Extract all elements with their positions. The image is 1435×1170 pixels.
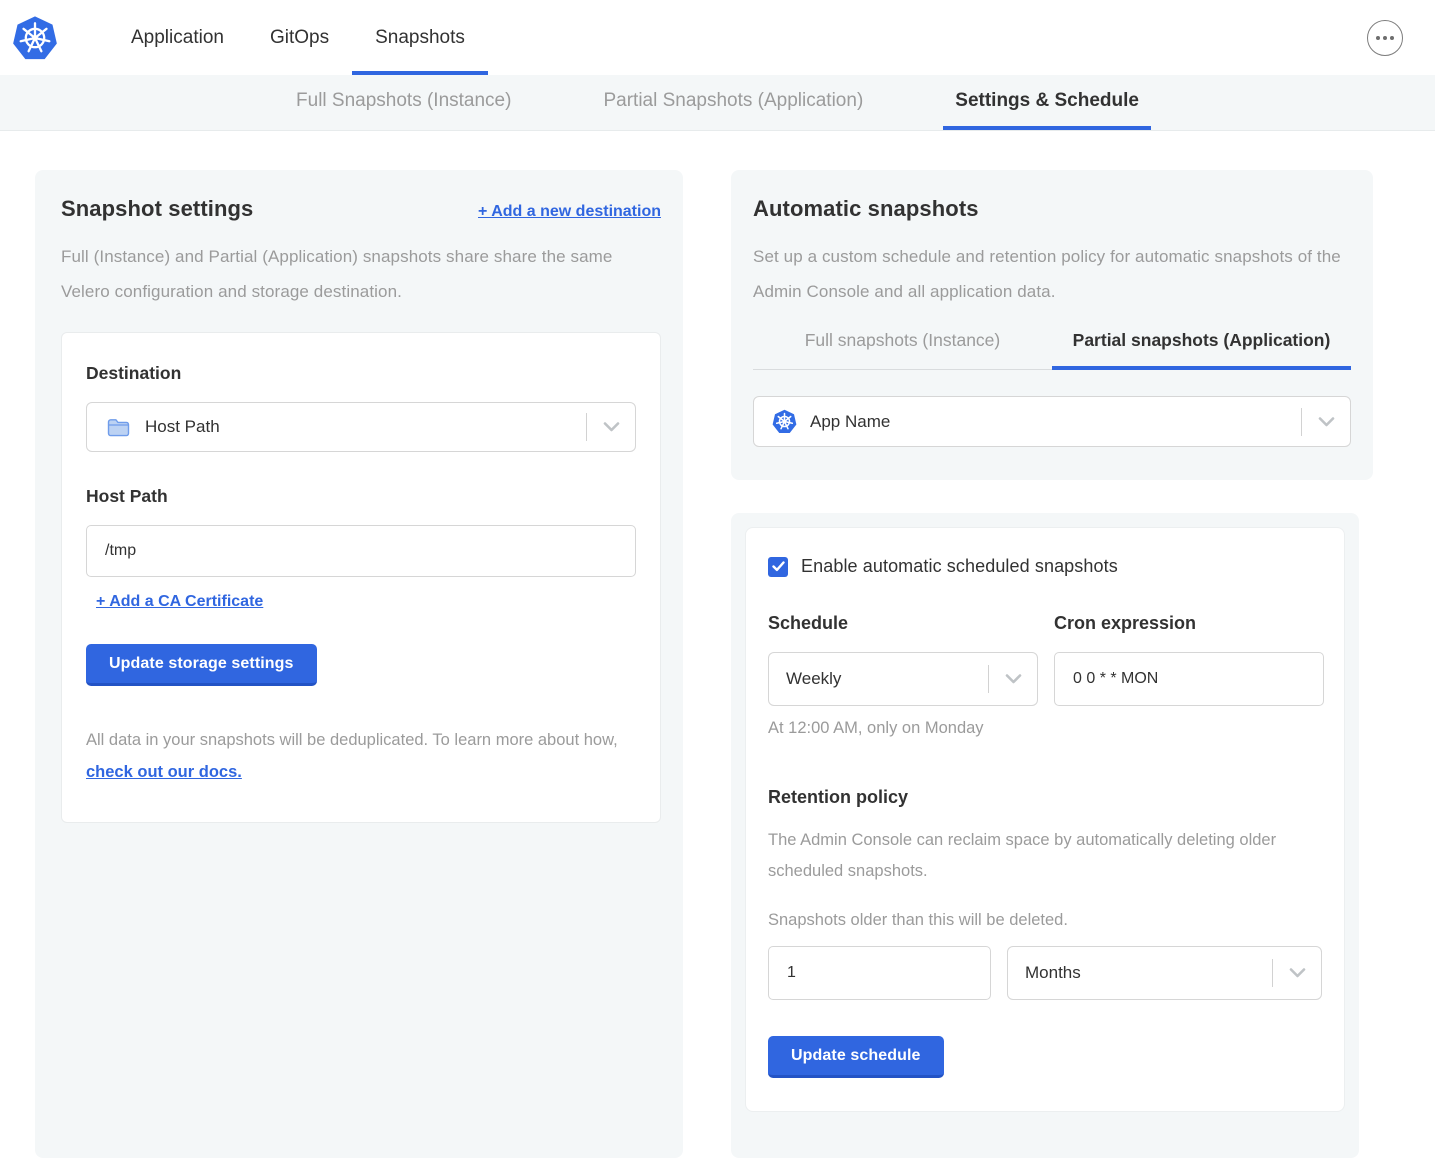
schedule-interval-value: Weekly [786, 669, 841, 689]
snapshot-settings-panel: Snapshot settings + Add a new destinatio… [35, 170, 683, 1158]
enable-snapshots-label: Enable automatic scheduled snapshots [801, 556, 1118, 577]
retention-hint: Snapshots older than this will be delete… [768, 911, 1322, 930]
snapshots-subnav: Full Snapshots (Instance) Partial Snapsh… [0, 75, 1435, 131]
destination-label: Destination [86, 363, 636, 384]
automatic-snapshots-panel: Automatic snapshots Set up a custom sche… [731, 170, 1373, 480]
app-select-value: App Name [810, 412, 890, 432]
retention-count-input[interactable] [768, 946, 991, 1000]
nav-gitops[interactable]: GitOps [247, 0, 352, 75]
update-storage-settings-button[interactable]: Update storage settings [86, 644, 317, 686]
add-ca-certificate-link[interactable]: + Add a CA Certificate [96, 593, 263, 611]
schedule-interval-select[interactable]: Weekly [768, 652, 1038, 706]
retention-unit-value: Months [1025, 963, 1081, 983]
destination-select[interactable]: Host Path [86, 402, 636, 452]
destination-card: Destination Host Path Host Path + Add a … [61, 332, 661, 823]
enable-snapshots-checkbox[interactable] [768, 557, 788, 577]
right-column: Automatic snapshots Set up a custom sche… [731, 170, 1373, 1158]
cron-expression-input[interactable] [1054, 652, 1324, 706]
main-content: Snapshot settings + Add a new destinatio… [0, 131, 1435, 1170]
destination-select-value: Host Path [145, 417, 220, 437]
host-path-input[interactable] [86, 525, 636, 577]
automatic-snapshots-tabs: Full snapshots (Instance) Partial snapsh… [753, 330, 1351, 370]
cron-human-readable: At 12:00 AM, only on Monday [768, 719, 1038, 738]
host-path-label: Host Path [86, 486, 636, 507]
chevron-down-icon [989, 674, 1037, 684]
nav-application[interactable]: Application [108, 0, 247, 75]
schedule-label: Schedule [768, 613, 1038, 634]
chevron-down-icon [1302, 417, 1350, 427]
add-destination-link[interactable]: + Add a new destination [478, 203, 661, 221]
tab-full-snapshots[interactable]: Full Snapshots (Instance) [284, 75, 523, 130]
app-header: Application GitOps Snapshots [0, 0, 1435, 75]
tab-settings-schedule[interactable]: Settings & Schedule [943, 75, 1151, 130]
kubernetes-logo[interactable] [12, 15, 58, 61]
retention-policy-description: The Admin Console can reclaim space by a… [768, 825, 1322, 886]
automatic-snapshots-description: Set up a custom schedule and retention p… [753, 239, 1351, 309]
update-schedule-button[interactable]: Update schedule [768, 1036, 944, 1078]
docs-link[interactable]: check out our docs. [86, 763, 242, 781]
kubernetes-logo-icon [12, 15, 58, 61]
tab-partial-snapshots[interactable]: Partial Snapshots (Application) [591, 75, 875, 130]
tab-auto-partial-snapshots[interactable]: Partial snapshots (Application) [1052, 330, 1351, 370]
retention-policy-title: Retention policy [768, 787, 1322, 808]
dedupe-note: All data in your snapshots will be dedup… [86, 724, 636, 788]
app-icon [772, 409, 797, 434]
automatic-snapshots-title: Automatic snapshots [753, 196, 1351, 222]
cron-expression-label: Cron expression [1054, 613, 1324, 634]
app-select[interactable]: App Name [753, 396, 1351, 447]
chevron-down-icon [587, 422, 635, 432]
retention-unit-select[interactable]: Months [1007, 946, 1322, 1000]
snapshot-settings-description: Full (Instance) and Partial (Application… [61, 239, 661, 309]
check-icon [772, 561, 785, 572]
tab-auto-full-snapshots[interactable]: Full snapshots (Instance) [753, 330, 1052, 370]
schedule-card: Enable automatic scheduled snapshots Sch… [745, 527, 1345, 1112]
snapshot-settings-title: Snapshot settings [61, 196, 253, 222]
folder-icon [107, 418, 130, 437]
primary-nav: Application GitOps Snapshots [108, 0, 488, 75]
chevron-down-icon [1273, 968, 1321, 978]
ellipsis-icon [1376, 36, 1380, 40]
nav-snapshots[interactable]: Snapshots [352, 0, 488, 75]
schedule-panel: Enable automatic scheduled snapshots Sch… [731, 513, 1359, 1158]
more-menu-button[interactable] [1367, 20, 1403, 56]
